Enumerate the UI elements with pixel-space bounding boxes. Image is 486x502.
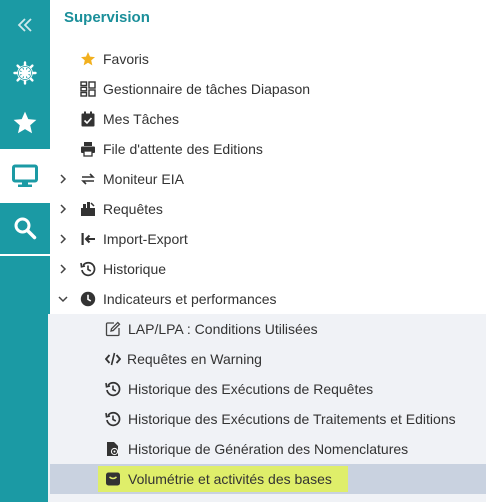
navigation-panel: Supervision Favoris Gestionnaire de tâch… <box>50 0 486 502</box>
menu-item-moniteur-eia[interactable]: Moniteur EIA <box>50 164 486 194</box>
menu-item-requetes[interactable]: Requêtes <box>50 194 486 224</box>
task-manager-icon <box>80 81 96 97</box>
code-icon <box>105 352 121 366</box>
rail-button-favorites[interactable] <box>0 98 50 148</box>
rail-divider <box>0 254 50 256</box>
menu-item-label: Moniteur EIA <box>103 171 184 187</box>
submenu-item-label: Historique des Exécutions de Requêtes <box>128 381 374 397</box>
submenu-item-historique-requetes[interactable]: Historique des Exécutions de Requêtes <box>50 374 486 404</box>
chevron-right-icon[interactable] <box>56 232 70 246</box>
database-icon <box>106 472 120 486</box>
submenu-item-label: Volumétrie et activités des bases <box>128 471 332 487</box>
panel-title: Supervision <box>64 9 150 26</box>
history-icon <box>105 381 121 397</box>
menu-item-label: File d'attente des Editions <box>103 141 263 157</box>
chevron-right-icon[interactable] <box>56 172 70 186</box>
helm-icon <box>13 61 37 85</box>
menu-item-label: Historique <box>103 261 167 277</box>
submenu-item-requetes-warning[interactable]: Requêtes en Warning <box>50 344 486 374</box>
menu-item-mes-taches[interactable]: Mes Tâches <box>50 104 486 134</box>
history-icon <box>80 261 96 277</box>
menu-item-label: Mes Tâches <box>103 111 179 127</box>
submenu-item-label: LAP/LPA : Conditions Utilisées <box>128 321 318 337</box>
search-icon <box>14 217 37 240</box>
menu-item-indicateurs-performances[interactable]: Indicateurs et performances <box>50 284 486 314</box>
import-export-icon <box>81 233 95 245</box>
menu-item-label: Requêtes <box>103 201 163 217</box>
chevron-right-icon[interactable] <box>56 262 70 276</box>
menu-item-gestionnaire-taches[interactable]: Gestionnaire de tâches Diapason <box>50 74 486 104</box>
query-icon <box>81 202 95 216</box>
rail-button-admin[interactable] <box>0 48 50 98</box>
icon-rail <box>0 0 50 502</box>
submenu-item-historique-traitements[interactable]: Historique des Exécutions de Traitements… <box>50 404 486 434</box>
double-chevron-left-icon <box>17 18 32 32</box>
collapse-button[interactable] <box>0 0 50 50</box>
menu-item-label: Favoris <box>103 51 149 67</box>
menu-item-import-export[interactable]: Import-Export <box>50 224 486 254</box>
menu-item-label: Indicateurs et performances <box>103 291 277 307</box>
history-icon <box>105 411 121 427</box>
rail-button-supervision[interactable] <box>0 151 50 201</box>
submenu-item-generation-nomenclatures[interactable]: Historique de Génération des Nomenclatur… <box>50 434 486 464</box>
menu-item-label: Gestionnaire de tâches Diapason <box>103 81 311 97</box>
submenu-item-label: Requêtes en Warning <box>127 351 262 367</box>
menu-item-file-attente-editions[interactable]: File d'attente des Editions <box>50 134 486 164</box>
submenu-item-label: Historique de Génération des Nomenclatur… <box>128 441 409 457</box>
clock-icon <box>80 291 96 307</box>
edit-icon <box>105 321 121 337</box>
menu-item-label: Import-Export <box>103 231 188 247</box>
sync-icon <box>81 173 95 185</box>
chevron-down-icon[interactable] <box>56 292 70 306</box>
rail-button-search[interactable] <box>0 203 50 253</box>
star-icon <box>13 111 37 134</box>
submenu-item-volumetrie-bases[interactable]: Volumétrie et activités des bases <box>50 464 486 494</box>
submenu-item-lap-lpa[interactable]: LAP/LPA : Conditions Utilisées <box>50 314 486 344</box>
menu-item-favoris[interactable]: Favoris <box>50 44 486 74</box>
submenu-item-label: Historique des Exécutions de Traitements… <box>128 411 456 427</box>
file-gear-icon <box>107 442 119 456</box>
menu-item-historique[interactable]: Historique <box>50 254 486 284</box>
monitor-icon <box>12 164 38 187</box>
printer-icon <box>81 142 95 157</box>
chevron-right-icon[interactable] <box>56 202 70 216</box>
star-icon <box>81 52 95 66</box>
calendar-check-icon <box>81 111 95 127</box>
